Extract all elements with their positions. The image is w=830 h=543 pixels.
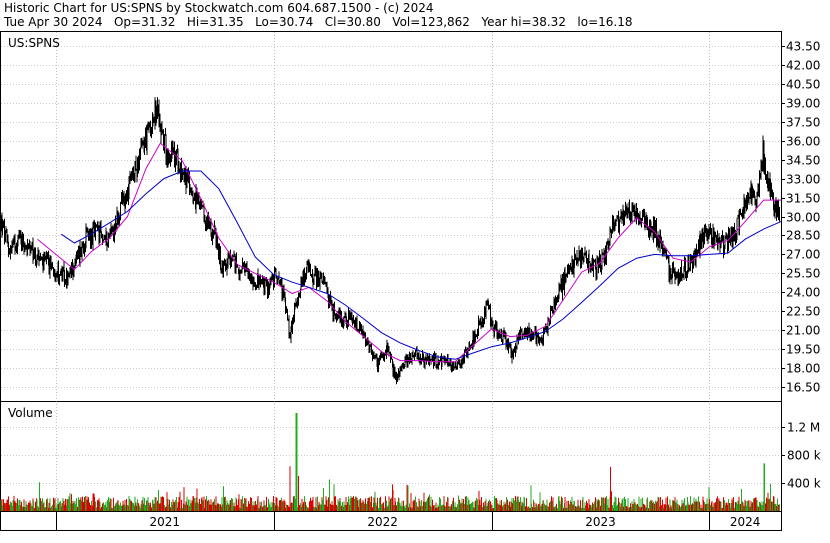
- year-label: 2023: [585, 515, 616, 529]
- price-tick-label: 40.50: [786, 78, 820, 92]
- price-tick-label: 31.50: [786, 192, 820, 206]
- price-tick-label: 43.50: [786, 40, 820, 54]
- price-tick-label: 27.00: [786, 248, 820, 262]
- year-label: 2022: [367, 515, 398, 529]
- chart-canvas: 43.50 42.00 40.50 39.00 37.50 36.00 34.50 33.00…: [0, 31, 821, 531]
- price-tick-label: 21.00: [786, 324, 820, 338]
- price-tick-label: 30.00: [786, 211, 820, 225]
- price-bars: [0, 97, 780, 385]
- moving-average-fast-line: [37, 142, 781, 363]
- price-tick-label: 24.00: [786, 286, 820, 300]
- price-tick-label: 33.00: [786, 173, 820, 187]
- volume-tick-label: 400 k: [787, 477, 821, 491]
- price-tick-label: 22.50: [786, 305, 820, 319]
- price-tick-label: 36.00: [786, 135, 820, 149]
- moving-averages: [37, 142, 782, 363]
- volume-bars: [0, 413, 780, 511]
- price-tick-label: 28.50: [786, 229, 820, 243]
- symbol-label: US:SPNS: [8, 36, 60, 50]
- price-tick-label: 19.50: [786, 343, 820, 357]
- price-tick-label: 34.50: [786, 154, 820, 168]
- year-label: 2021: [150, 515, 181, 529]
- price-tick-label: 18.00: [786, 362, 820, 376]
- price-tick-label: 25.50: [786, 267, 820, 281]
- price-tick-label: 39.00: [786, 97, 820, 111]
- price-tick-label: 37.50: [786, 116, 820, 130]
- price-axis: 43.50 42.00 40.50 39.00 37.50 36.00 34.50 33.00…: [781, 40, 820, 395]
- price-tick-label: 16.50: [786, 381, 820, 395]
- volume-panel-frame: [0, 401, 782, 512]
- date-axis: 2021 2022 2023 2024: [56, 511, 761, 530]
- volume-tick-label: 800 k: [787, 449, 821, 463]
- price-tick-label: 42.00: [786, 59, 820, 73]
- grid-lines: [1, 32, 781, 511]
- year-label: 2024: [730, 515, 761, 529]
- volume-tick-label: 1.2 M: [787, 421, 820, 435]
- volume-label: Volume: [8, 406, 53, 420]
- volume-axis: 1.2 M 800 k 400 k: [781, 421, 821, 491]
